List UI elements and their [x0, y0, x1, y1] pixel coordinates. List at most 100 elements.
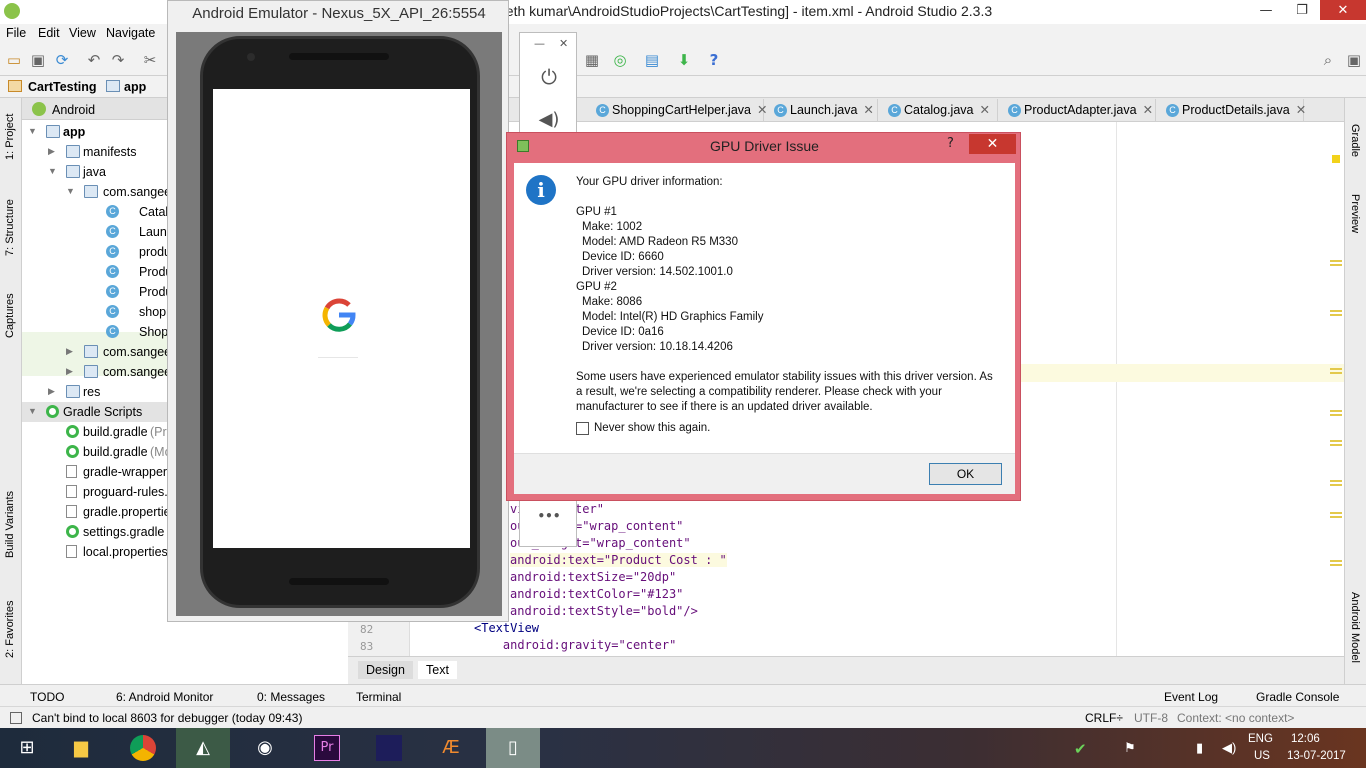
- error-stripe-mark[interactable]: [1330, 512, 1342, 518]
- code-line[interactable]: android:textSize="20dp": [510, 570, 676, 584]
- device-manager-icon[interactable]: ▦: [582, 50, 602, 70]
- breadcrumb-project[interactable]: CartTesting: [28, 80, 97, 94]
- undo-icon[interactable]: ↶: [84, 50, 104, 70]
- gradle-tool-tab[interactable]: Gradle: [1349, 124, 1361, 157]
- menu-navigate[interactable]: Navigate: [106, 26, 155, 40]
- build-variants-tool-tab[interactable]: Build Variants: [4, 491, 16, 558]
- maximize-button[interactable]: ❐: [1284, 0, 1320, 22]
- favorites-tool-tab[interactable]: 2: Favorites: [4, 601, 16, 658]
- captures-tool-tab[interactable]: Captures: [4, 293, 16, 338]
- volume-icon[interactable]: ◀): [1222, 740, 1236, 756]
- right-margin-guide: [1116, 122, 1117, 656]
- error-stripe-mark[interactable]: [1330, 368, 1342, 374]
- event-log-tab[interactable]: Event Log: [1164, 690, 1218, 704]
- project-tool-tab[interactable]: 1: Project: [4, 114, 16, 160]
- code-line[interactable]: android:text="Product Cost : ": [510, 553, 727, 567]
- inspection-status-icon[interactable]: [1332, 155, 1340, 163]
- code-line[interactable]: android:textStyle="bold"/>: [510, 604, 698, 618]
- cut-icon[interactable]: ✂: [140, 50, 160, 70]
- android-studio-taskbar-icon[interactable]: ◭: [176, 728, 230, 768]
- never-show-checkbox[interactable]: [576, 422, 589, 435]
- bottom-speaker: [289, 578, 389, 585]
- premiere-icon[interactable]: Pr: [300, 728, 354, 768]
- tab-launch[interactable]: C Launch.java ✕: [766, 99, 878, 122]
- right-tool-stripe: Gradle Preview Android Model: [1344, 98, 1366, 684]
- sdk-manager-icon[interactable]: ⬇: [674, 50, 694, 70]
- todo-tab[interactable]: TODO: [30, 690, 64, 704]
- error-stripe-mark[interactable]: [1330, 310, 1342, 316]
- status-message: Can't bind to local 8603 for debugger (t…: [32, 711, 303, 725]
- dialog-text-line: Model: Intel(R) HD Graphics Family: [582, 311, 764, 323]
- progress-line: [318, 357, 358, 358]
- breadcrumb-module[interactable]: app: [124, 80, 146, 94]
- tool-window-bar: TODO 6: Android Monitor 0: Messages Term…: [0, 684, 1366, 706]
- tab-shoppingcarthelper[interactable]: C ShoppingCartHelper.java ✕: [588, 99, 767, 122]
- media-app-icon[interactable]: ◉: [238, 728, 292, 768]
- preview-tool-tab[interactable]: Preview: [1349, 194, 1361, 233]
- volume-up-icon[interactable]: ◀): [520, 109, 578, 130]
- tab-text[interactable]: Text: [418, 661, 457, 679]
- redo-icon[interactable]: ↷: [108, 50, 128, 70]
- sync-icon[interactable]: ⟳: [52, 50, 72, 70]
- messages-tab[interactable]: 0: Messages: [257, 690, 325, 704]
- more-options-button[interactable]: •••: [520, 509, 578, 523]
- error-stripe-mark[interactable]: [1330, 480, 1342, 486]
- language-code[interactable]: ENG: [1248, 733, 1273, 745]
- open-folder-icon[interactable]: ▭: [4, 50, 24, 70]
- menu-edit[interactable]: Edit: [38, 26, 60, 40]
- gradle-console-tab[interactable]: Gradle Console: [1256, 690, 1339, 704]
- event-icon[interactable]: ▣: [1344, 50, 1364, 70]
- file-explorer-icon[interactable]: ▆: [54, 728, 108, 768]
- editor-mode-tabs: Design Text: [348, 656, 1344, 684]
- tab-productdetails[interactable]: C ProductDetails.java ✕: [1158, 99, 1306, 122]
- video-editor-icon[interactable]: [362, 728, 416, 768]
- tab-productadapter[interactable]: C ProductAdapter.java ✕: [1000, 99, 1156, 122]
- code-line[interactable]: android:gravity="center": [474, 638, 676, 652]
- help-icon[interactable]: ?: [704, 50, 724, 70]
- terminal-tab[interactable]: Terminal: [356, 690, 401, 704]
- ok-button[interactable]: OK: [929, 463, 1002, 485]
- structure-tool-tab[interactable]: 7: Structure: [4, 199, 16, 256]
- emulator-taskbar-icon[interactable]: ▯: [486, 728, 540, 768]
- gradle-sync-icon[interactable]: ◎: [610, 50, 630, 70]
- dialog-text-line: GPU #2: [576, 281, 617, 293]
- emulator-minimize-button[interactable]: — ✕: [520, 37, 578, 50]
- toggle-tool-windows-icon[interactable]: [10, 712, 22, 724]
- never-show-label[interactable]: Never show this again.: [594, 422, 710, 434]
- file-encoding[interactable]: UTF-8: [1134, 711, 1168, 725]
- dialog-title: GPU Driver Issue: [710, 138, 819, 154]
- error-stripe-mark[interactable]: [1330, 440, 1342, 446]
- after-effects-icon[interactable]: Æ: [424, 728, 478, 768]
- error-stripe-mark[interactable]: [1330, 260, 1342, 266]
- close-button[interactable]: ✕: [1320, 0, 1366, 20]
- dialog-close-button[interactable]: ✕: [969, 134, 1016, 154]
- context-indicator[interactable]: Context: <no context>: [1177, 711, 1294, 725]
- project-view-selector[interactable]: Android: [52, 103, 95, 117]
- project-structure-icon[interactable]: ▤: [642, 50, 662, 70]
- power-icon[interactable]: ⏻: [520, 65, 578, 89]
- code-line[interactable]: android:textColor="#123": [510, 587, 683, 601]
- error-stripe-mark[interactable]: [1330, 560, 1342, 566]
- code-line[interactable]: <TextView: [474, 621, 539, 635]
- error-stripe-mark[interactable]: [1330, 410, 1342, 416]
- flag-icon[interactable]: ⚑: [1124, 740, 1136, 756]
- start-button[interactable]: ⊞: [0, 728, 54, 768]
- search-icon[interactable]: ⌕: [1318, 50, 1338, 70]
- android-model-tool-tab[interactable]: Android Model: [1349, 592, 1361, 663]
- language-region[interactable]: US: [1254, 750, 1270, 762]
- menu-file[interactable]: File: [6, 26, 26, 40]
- android-monitor-tab[interactable]: 6: Android Monitor: [116, 690, 213, 704]
- clock-time[interactable]: 12:06: [1291, 733, 1320, 745]
- chrome-icon[interactable]: [116, 728, 170, 768]
- dialog-text-line: manufacturer to see if there is an updat…: [576, 401, 873, 413]
- check-icon[interactable]: ✔: [1074, 740, 1087, 758]
- minimize-button[interactable]: —: [1248, 0, 1284, 22]
- save-icon[interactable]: ▣: [28, 50, 48, 70]
- tab-catalog[interactable]: C Catalog.java ✕: [880, 99, 998, 122]
- dialog-help-button[interactable]: ?: [947, 136, 954, 151]
- menu-view[interactable]: View: [69, 26, 96, 40]
- clock-date[interactable]: 13-07-2017: [1287, 750, 1346, 762]
- wifi-icon[interactable]: ▮: [1196, 740, 1203, 756]
- line-separator[interactable]: CRLF÷: [1085, 711, 1123, 725]
- tab-design[interactable]: Design: [358, 661, 413, 679]
